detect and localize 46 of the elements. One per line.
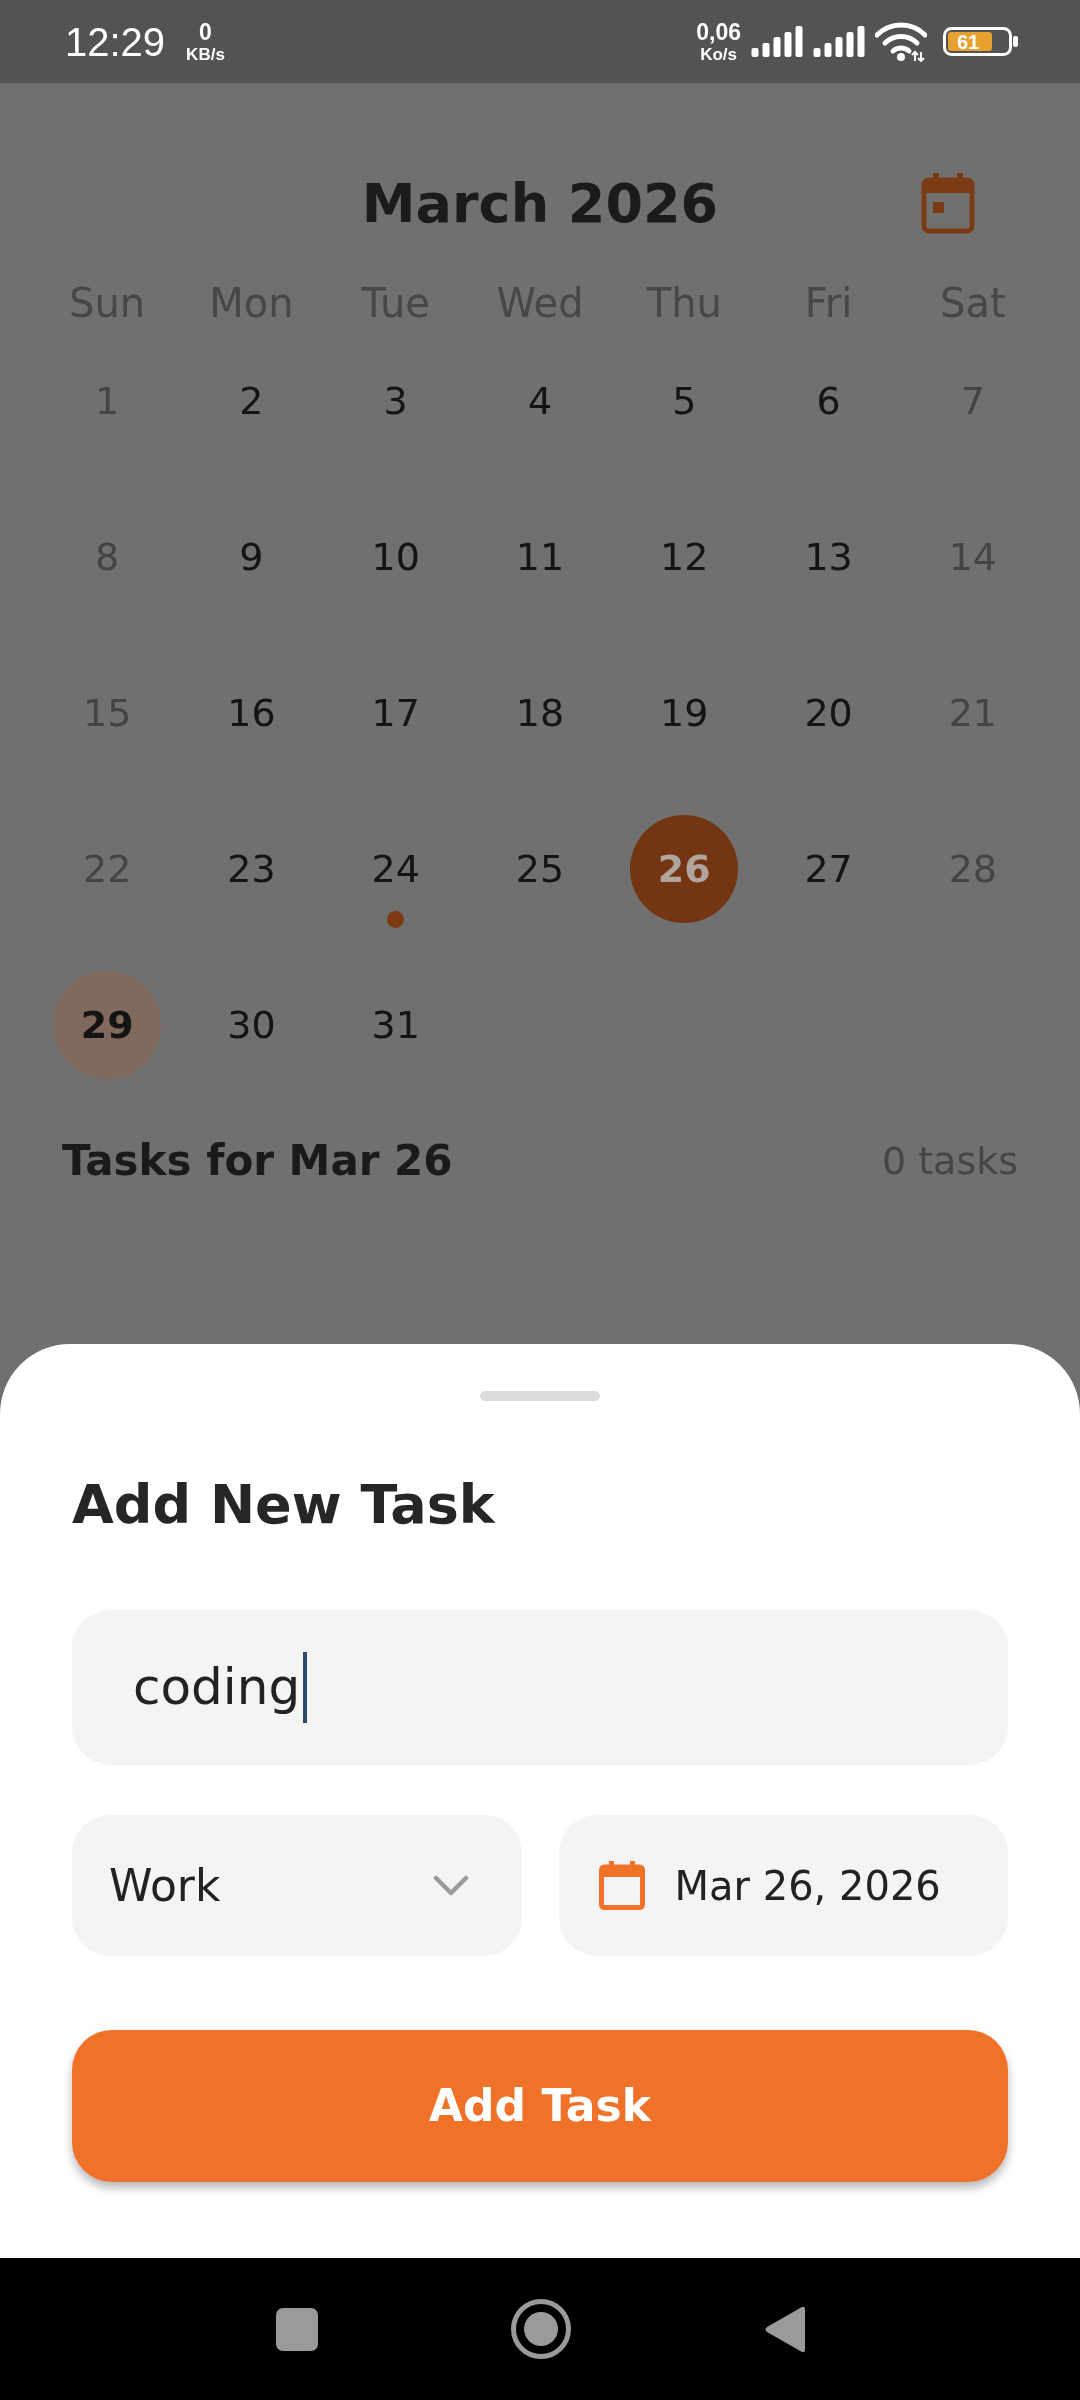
calendar-day[interactable]: 12 (660, 538, 709, 576)
calendar-day[interactable]: 20 (804, 694, 853, 732)
calendar-day[interactable]: 11 (515, 538, 565, 576)
date-picker-field[interactable]: Mar 26, 2026 (558, 1815, 1008, 1956)
drag-handle[interactable] (480, 1391, 600, 1401)
network-speed-value: 0,06 (696, 20, 741, 44)
battery-percent: 61 (957, 31, 980, 52)
signal-icon (813, 26, 865, 57)
network-speed-value: 0 (199, 20, 212, 44)
calendar-day[interactable]: 23 (227, 850, 276, 888)
calendar-day[interactable]: 16 (227, 694, 276, 732)
calendar-day[interactable]: 2 (239, 382, 264, 420)
calendar-day[interactable]: 9 (239, 538, 264, 576)
calendar-day[interactable]: 29 (53, 971, 162, 1079)
wifi-icon (875, 21, 927, 62)
calendar-day[interactable]: 17 (371, 694, 420, 732)
category-dropdown[interactable]: Work (72, 1815, 522, 1956)
tasks-heading: Tasks for Mar 26 (62, 1136, 453, 1186)
calendar-day[interactable]: 27 (804, 850, 853, 888)
calendar-day[interactable]: 5 (672, 382, 697, 420)
calendar-icon (598, 1861, 645, 1910)
battery-icon (943, 27, 1018, 56)
calendar-day[interactable]: 10 (371, 538, 420, 576)
circle-icon[interactable] (510, 2299, 571, 2359)
calendar-day[interactable]: 3 (383, 382, 408, 420)
back-icon[interactable] (763, 2304, 805, 2354)
square-icon[interactable] (275, 2307, 318, 2351)
calendar-day[interactable]: 6 (816, 382, 841, 420)
signal-icon (751, 26, 803, 57)
clock-time: 12:29 (65, 21, 166, 62)
calendar-day[interactable]: 24 (371, 850, 420, 888)
calendar-day[interactable]: 13 (804, 538, 853, 576)
chevron-down-icon (432, 1874, 469, 1897)
calendar-day[interactable]: 4 (527, 382, 553, 420)
calendar-day[interactable]: 26 (630, 815, 739, 923)
sheet-title: Add New Task (72, 1472, 497, 1538)
add-task-button[interactable]: Add Task (72, 2030, 1008, 2182)
month-title: March 2026 (361, 171, 719, 236)
calendar-day[interactable]: 19 (660, 694, 709, 732)
calendar-day[interactable]: 18 (515, 694, 565, 732)
task-name-field[interactable]: coding (72, 1610, 1008, 1765)
calendar-day[interactable]: 25 (515, 850, 565, 888)
network-speed-unit: Ko/s (700, 45, 738, 63)
network-speed-unit: KB/s (186, 45, 225, 63)
calendar-day[interactable]: 31 (371, 1006, 420, 1044)
calendar-day[interactable]: 30 (227, 1006, 276, 1044)
